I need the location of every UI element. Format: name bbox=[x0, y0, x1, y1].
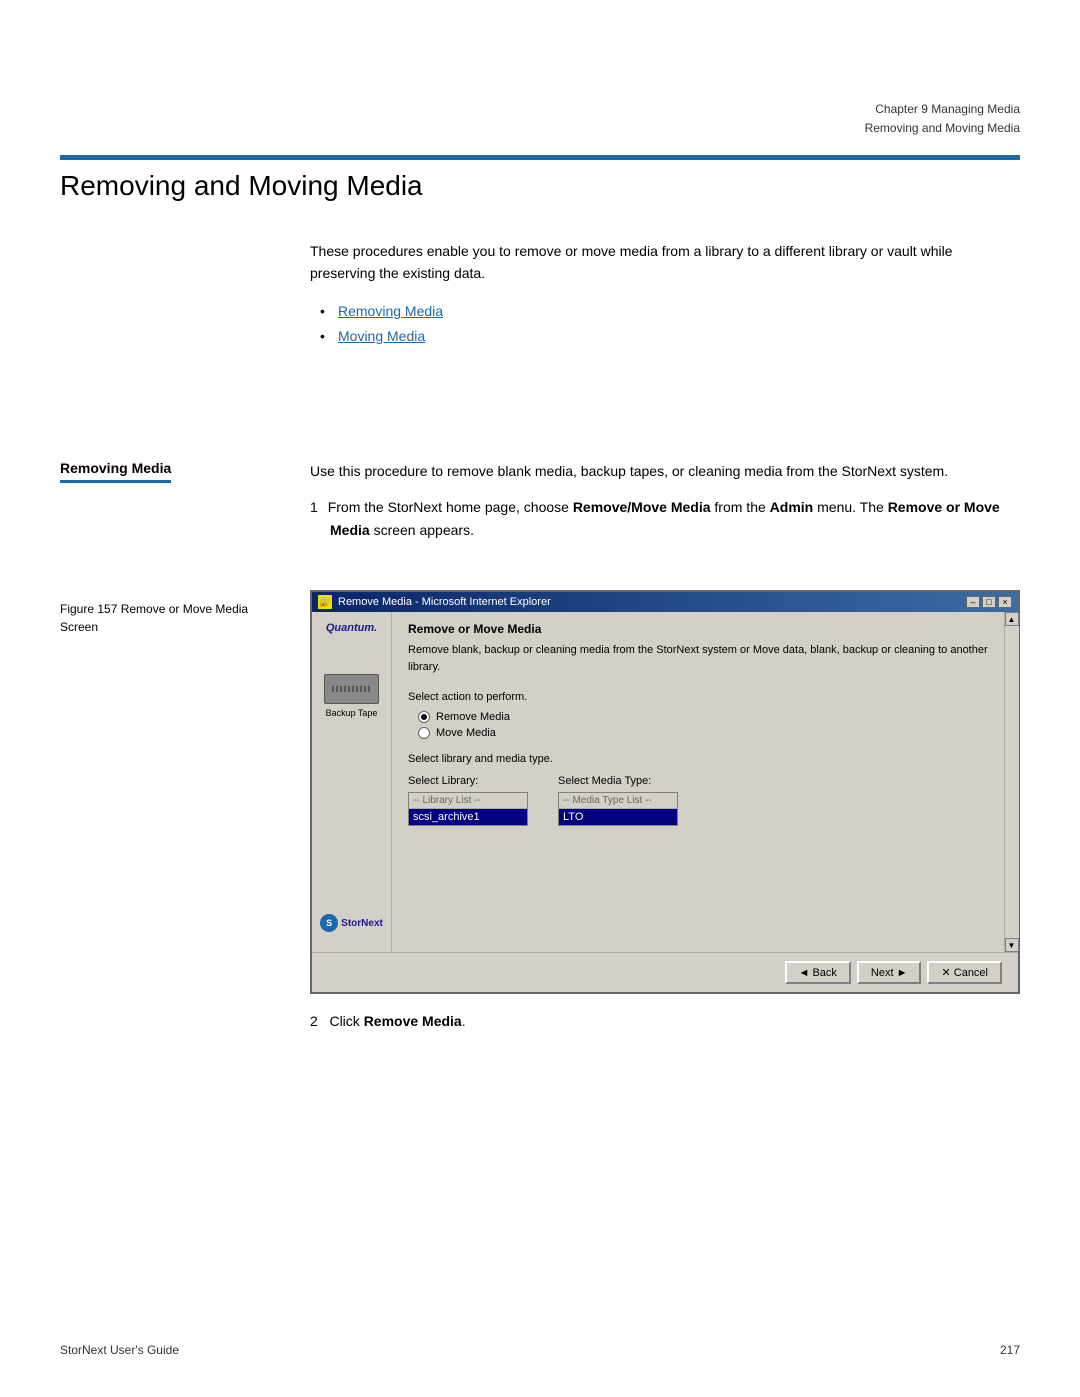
moving-media-link[interactable]: Moving Media bbox=[338, 328, 425, 344]
quantum-logo: Quantum. bbox=[326, 622, 377, 634]
removing-section-body: Use this procedure to remove blank media… bbox=[310, 460, 1020, 551]
ie-scrollbar[interactable]: ▲ ▼ bbox=[1004, 612, 1018, 952]
ie-titlebar: 🔐 Remove Media - Microsoft Internet Expl… bbox=[312, 592, 1018, 612]
page-footer: StorNext User's Guide 217 bbox=[60, 1343, 1020, 1357]
step-1-text: 1 From the StorNext home page, choose Re… bbox=[310, 496, 1020, 541]
ie-footer: ◄ Back Next ► ✕ Cancel bbox=[312, 952, 1018, 992]
scroll-up-arrow[interactable]: ▲ bbox=[1005, 612, 1019, 626]
step-2-number: 2 bbox=[310, 1013, 318, 1029]
removing-media-link[interactable]: Removing Media bbox=[338, 303, 443, 319]
ie-maximize-button[interactable]: □ bbox=[982, 596, 996, 608]
library-list-label: Select Library: bbox=[408, 775, 528, 787]
ie-minimize-button[interactable]: – bbox=[966, 596, 980, 608]
radio-move-label: Move Media bbox=[436, 727, 496, 739]
step-number-1: 1 bbox=[310, 499, 318, 515]
lists-row: Select Library: -- Library List -- scsi_… bbox=[408, 775, 988, 826]
scroll-track bbox=[1005, 626, 1019, 938]
remove-or-move-title: Remove or Move Media bbox=[408, 622, 988, 636]
screenshot-main-content: Remove or Move Media Remove blank, backu… bbox=[392, 612, 1004, 952]
removing-media-heading-area: Removing Media bbox=[60, 460, 280, 483]
removing-media-heading: Removing Media bbox=[60, 460, 171, 483]
step-2-bold: Remove Media bbox=[364, 1013, 462, 1029]
header-chapter: Chapter 9 Managing Media bbox=[865, 100, 1020, 119]
radio-group: Remove Media Move Media bbox=[418, 711, 988, 739]
select-action-label: Select action to perform. bbox=[408, 691, 988, 703]
cancel-button[interactable]: ✕ Cancel bbox=[927, 961, 1002, 984]
scroll-down-arrow[interactable]: ▼ bbox=[1005, 938, 1019, 952]
bullet-moving-media: Moving Media bbox=[320, 324, 1020, 349]
radio-remove-circle[interactable] bbox=[418, 711, 430, 723]
ie-titlebar-left: 🔐 Remove Media - Microsoft Internet Expl… bbox=[318, 595, 551, 609]
ie-titlebar-buttons: – □ × bbox=[966, 596, 1012, 608]
radio-move-media[interactable]: Move Media bbox=[418, 727, 988, 739]
library-list-group: Select Library: -- Library List -- scsi_… bbox=[408, 775, 528, 826]
intro-content: These procedures enable you to remove or… bbox=[310, 240, 1020, 369]
page-title: Removing and Moving Media bbox=[60, 170, 423, 202]
library-select-list[interactable]: -- Library List -- scsi_archive1 bbox=[408, 792, 528, 826]
footer-left: StorNext User's Guide bbox=[60, 1343, 179, 1357]
tape-lines bbox=[332, 686, 372, 692]
footer-right: 217 bbox=[1000, 1343, 1020, 1357]
blue-rule-divider bbox=[60, 155, 1020, 160]
ie-content: Quantum. Backup Tape S StorNext Remove o… bbox=[312, 612, 1018, 952]
step-2-text: 2 Click Remove Media. bbox=[310, 1010, 1020, 1032]
header-chapter-section: Chapter 9 Managing Media Removing and Mo… bbox=[865, 100, 1020, 138]
removing-body-text: Use this procedure to remove blank media… bbox=[310, 460, 1020, 482]
step-2-area: 2 Click Remove Media. bbox=[310, 1010, 1020, 1032]
media-type-select-list[interactable]: -- Media Type List -- LTO bbox=[558, 792, 678, 826]
ie-titlebar-icon: 🔐 bbox=[318, 595, 332, 609]
ie-close-button[interactable]: × bbox=[998, 596, 1012, 608]
ie-window-title: Remove Media - Microsoft Internet Explor… bbox=[338, 596, 551, 608]
back-button[interactable]: ◄ Back bbox=[785, 961, 851, 984]
tape-icon-area: Backup Tape bbox=[324, 674, 379, 718]
header-section: Removing and Moving Media bbox=[865, 119, 1020, 138]
media-type-list-label: Select Media Type: bbox=[558, 775, 678, 787]
media-type-list-item-lto[interactable]: LTO bbox=[559, 809, 677, 825]
screenshot-sidebar: Quantum. Backup Tape S StorNext bbox=[312, 612, 392, 952]
radio-move-circle[interactable] bbox=[418, 727, 430, 739]
next-button[interactable]: Next ► bbox=[857, 961, 922, 984]
storenext-logo-area: S StorNext bbox=[320, 914, 383, 932]
screenshot-area: 🔐 Remove Media - Microsoft Internet Expl… bbox=[310, 590, 1020, 994]
media-type-list-header: -- Media Type List -- bbox=[559, 793, 677, 809]
storenext-icon: S bbox=[320, 914, 338, 932]
tape-image bbox=[324, 674, 379, 704]
step-1-content: From the StorNext home page, choose Remo… bbox=[328, 499, 1000, 537]
figure-caption: Figure 157 Remove or Move Media Screen bbox=[60, 600, 280, 636]
media-type-list-group: Select Media Type: -- Media Type List --… bbox=[558, 775, 678, 826]
bullet-list: Removing Media Moving Media bbox=[320, 299, 1020, 349]
bullet-removing-media: Removing Media bbox=[320, 299, 1020, 324]
library-list-item-scsi[interactable]: scsi_archive1 bbox=[409, 809, 527, 825]
radio-remove-label: Remove Media bbox=[436, 711, 510, 723]
library-list-header: -- Library List -- bbox=[409, 793, 527, 809]
ie-window: 🔐 Remove Media - Microsoft Internet Expl… bbox=[310, 590, 1020, 994]
select-library-and-media-label: Select library and media type. bbox=[408, 753, 988, 765]
backup-tape-label: Backup Tape bbox=[326, 708, 378, 718]
storenext-label: StorNext bbox=[341, 918, 383, 929]
intro-text: These procedures enable you to remove or… bbox=[310, 240, 1020, 285]
radio-remove-media[interactable]: Remove Media bbox=[418, 711, 988, 723]
remove-or-move-desc: Remove blank, backup or cleaning media f… bbox=[408, 642, 988, 675]
